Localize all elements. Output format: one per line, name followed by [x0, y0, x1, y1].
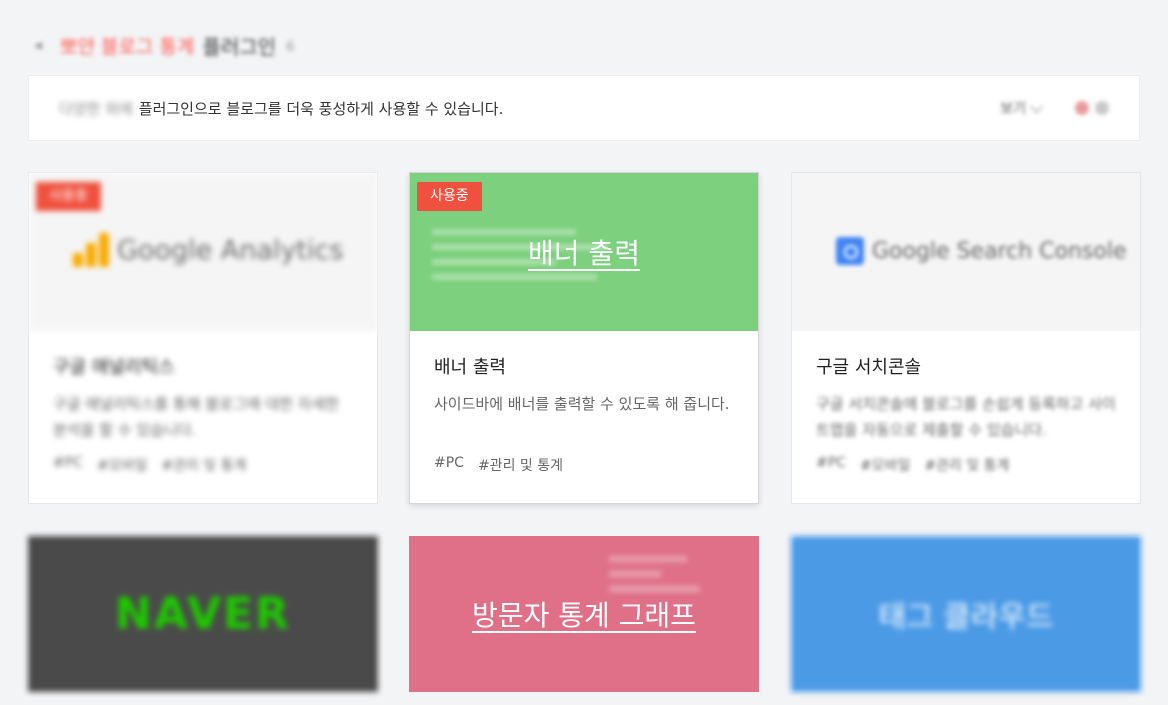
- thumbnail-title[interactable]: 배너 출력: [410, 232, 758, 272]
- plugin-description: 사이드바에 배너를 출력할 수 있도록 해 줍니다.: [434, 395, 730, 413]
- naver-logo: NAVER: [115, 588, 291, 640]
- back-arrow-icon[interactable]: ◂: [34, 36, 52, 54]
- tag[interactable]: #PC: [53, 455, 83, 475]
- thumbnail-title: 태그 클라우드: [878, 600, 1054, 635]
- tag[interactable]: #모바일: [860, 455, 910, 475]
- info-lead: 다양한 외에: [59, 99, 133, 118]
- page-title: 플러그인: [202, 34, 277, 59]
- plugin-card-google-analytics[interactable]: 사용중 Google Analytics 구글 애널리틱스 구글 애널리틱스를 …: [28, 172, 378, 504]
- plugin-card-tag-cloud[interactable]: 태그 클라우드: [791, 536, 1141, 692]
- plugin-tags: #PC #관리 및 통계: [434, 455, 563, 475]
- chevron-down-icon: [1030, 99, 1043, 113]
- plugin-thumbnail: 사용중 Google Analytics: [29, 173, 377, 331]
- tag[interactable]: #관리 및 통계: [161, 455, 246, 475]
- google-analytics-logo: Google Analytics: [73, 233, 343, 267]
- plugin-count: 6: [286, 39, 295, 55]
- thumbnail-title[interactable]: 방문자 통계 그래프: [409, 594, 759, 634]
- plugin-card-banner[interactable]: 사용중 배너 출력 배너 출력 사이드바에 배너를 출력할 수 있도록 해 줍니…: [409, 172, 759, 504]
- plugin-card-search-console[interactable]: Google Search Console 구글 서치콘솔 구글 서치콘솔에 블…: [791, 172, 1141, 504]
- analytics-bars-icon: [73, 233, 109, 267]
- tag[interactable]: #PC: [816, 455, 846, 475]
- plugin-tags: #PC #모바일 #관리 및 통계: [53, 455, 246, 475]
- plugin-thumbnail: Google Search Console: [792, 173, 1140, 331]
- tag[interactable]: #관리 및 통계: [924, 455, 1009, 475]
- plugin-name: 배너 출력: [434, 357, 506, 378]
- view-toggle[interactable]: 보기: [1000, 98, 1043, 118]
- plugin-thumbnail: 사용중 배너 출력: [410, 173, 758, 331]
- plugin-thumbnail: NAVER: [28, 536, 378, 692]
- page-header: ◂ 뽀얀 블로그 통계 플러그인 6: [34, 30, 294, 60]
- in-use-badge: 사용중: [417, 182, 482, 211]
- plugin-name: 구글 애널리틱스: [53, 357, 175, 378]
- plugin-description: 구글 애널리틱스를 통해 블로그에 대한 자세한 분석을 할 수 있습니다.: [53, 395, 340, 439]
- plugin-thumbnail: 태그 클라우드: [791, 536, 1141, 692]
- search-console-icon: [836, 237, 864, 265]
- tag[interactable]: #PC: [434, 455, 464, 475]
- info-text: 플러그인으로 블로그를 더욱 풍성하게 사용할 수 있습니다.: [138, 99, 504, 118]
- breadcrumb[interactable]: 뽀얀 블로그 통계: [60, 32, 194, 59]
- plugin-card-visitor-graph[interactable]: 방문자 통계 그래프: [409, 536, 759, 692]
- view-label: 보기: [1000, 101, 1026, 117]
- avatar-secondary: [1095, 101, 1109, 115]
- plugin-tags: #PC #모바일 #관리 및 통계: [816, 455, 1009, 475]
- plugin-description: 구글 서치콘솔에 블로그를 손쉽게 등록하고 사이트맵을 자동으로 제출할 수 …: [816, 395, 1116, 439]
- tag[interactable]: #관리 및 통계: [478, 455, 563, 475]
- plugin-name: 구글 서치콘솔: [816, 357, 922, 378]
- info-bar: 다양한 외에 플러그인으로 블로그를 더욱 풍성하게 사용할 수 있습니다. 보…: [28, 75, 1140, 141]
- plugin-thumbnail: 방문자 통계 그래프: [409, 536, 759, 692]
- tag[interactable]: #모바일: [97, 455, 147, 475]
- in-use-badge: 사용중: [36, 182, 101, 211]
- avatar: [1075, 101, 1089, 115]
- plugin-card-naver[interactable]: NAVER: [28, 536, 378, 692]
- user-menu[interactable]: [1075, 101, 1109, 115]
- google-search-console-logo: Google Search Console: [836, 237, 1126, 265]
